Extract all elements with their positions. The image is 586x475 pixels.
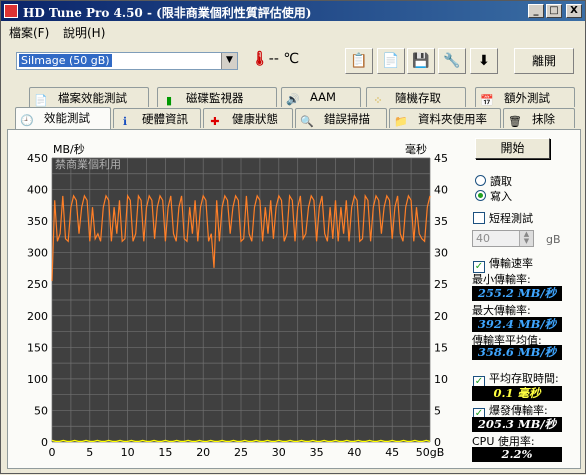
tab-extra-tests[interactable]: 📅 額外測試 bbox=[475, 87, 575, 107]
x-tick: 45 bbox=[385, 446, 399, 459]
max-rate-value: 392.4 MB/秒 bbox=[472, 317, 562, 332]
x-tick: 5 bbox=[86, 446, 93, 459]
y-right-tick: 30 bbox=[434, 247, 448, 260]
y-left-unit: MB/秒 bbox=[53, 142, 85, 156]
y-right-unit: 毫秒 bbox=[405, 142, 427, 156]
y-left-tick: 450 bbox=[27, 152, 48, 165]
y-right-tick: 45 bbox=[434, 152, 448, 165]
y-right-tick: 35 bbox=[434, 215, 448, 228]
minimize-button[interactable]: _ bbox=[528, 4, 544, 18]
read-option[interactable]: 讀取 bbox=[475, 173, 512, 189]
avg-rate-value: 358.6 MB/秒 bbox=[472, 345, 562, 360]
short-test-unit: gB bbox=[546, 233, 561, 246]
x-tick: 50gB bbox=[416, 446, 445, 459]
x-tick: 30 bbox=[272, 446, 286, 459]
short-test-size[interactable]: 40 ▲ ▼ bbox=[472, 230, 534, 247]
y-right-tick: 20 bbox=[434, 310, 448, 323]
maximize-button[interactable]: □ bbox=[546, 4, 562, 18]
y-left-tick: 200 bbox=[27, 310, 48, 323]
exit-button[interactable]: 離開 bbox=[514, 48, 574, 74]
tab-erase[interactable]: 🗑 抹除 bbox=[503, 108, 575, 128]
y-left-tick: 0 bbox=[41, 436, 48, 449]
y-left-tick: 400 bbox=[27, 184, 48, 197]
tab-benchmark[interactable]: 🕘 效能測試 bbox=[15, 107, 111, 129]
calendar-icon: 📅 bbox=[480, 94, 494, 107]
y-right-tick: 25 bbox=[434, 278, 448, 291]
x-tick: 20 bbox=[196, 446, 210, 459]
cpu-usage-value: 2.2% bbox=[472, 447, 562, 462]
min-rate-label: 最小傳輸率: bbox=[472, 273, 531, 286]
watermark-text: 禁商業個利用 bbox=[55, 157, 121, 171]
y-left-tick: 250 bbox=[27, 278, 48, 291]
transfer-chart: MB/秒 毫秒4504003503002502001501005004540353… bbox=[27, 142, 448, 459]
download-button[interactable]: ⬇ bbox=[470, 48, 498, 74]
benchmark-icon: 🕘 bbox=[20, 114, 34, 127]
read-radio[interactable] bbox=[475, 175, 486, 186]
start-button[interactable]: 開始 bbox=[475, 138, 550, 159]
max-rate-label: 最大傳輸率: bbox=[472, 304, 531, 317]
y-right-tick: 40 bbox=[434, 184, 448, 197]
short-test-checkbox[interactable] bbox=[473, 212, 485, 224]
y-left-tick: 350 bbox=[27, 215, 48, 228]
app-window: HD Tune Pro 4.50 - (限非商業個利性質評估使用) _ □ X … bbox=[0, 0, 586, 474]
close-button[interactable]: X bbox=[566, 4, 582, 18]
y-left-tick: 300 bbox=[27, 247, 48, 260]
short-test-option[interactable]: 短程測試 bbox=[473, 210, 533, 226]
x-tick: 40 bbox=[347, 446, 361, 459]
y-left-tick: 100 bbox=[27, 373, 48, 386]
trash-icon: 🗑 bbox=[508, 115, 522, 128]
x-tick: 10 bbox=[121, 446, 135, 459]
access-time-value: 0.1 毫秒 bbox=[472, 386, 562, 401]
y-left-tick: 150 bbox=[27, 341, 48, 354]
arrow-down-icon: ⬇ bbox=[478, 53, 490, 69]
min-rate-value: 255.2 MB/秒 bbox=[472, 286, 562, 301]
y-left-tick: 50 bbox=[34, 404, 48, 417]
x-tick: 35 bbox=[310, 446, 324, 459]
write-option[interactable]: 寫入 bbox=[475, 188, 512, 204]
spinner-arrows-icon[interactable]: ▲ ▼ bbox=[519, 231, 533, 246]
y-right-tick: 15 bbox=[434, 341, 448, 354]
write-radio[interactable] bbox=[475, 190, 486, 201]
y-right-tick: 5 bbox=[434, 404, 441, 417]
burst-rate-value: 205.3 MB/秒 bbox=[472, 417, 562, 432]
x-tick: 15 bbox=[158, 446, 172, 459]
y-right-tick: 10 bbox=[434, 373, 448, 386]
x-tick: 25 bbox=[234, 446, 248, 459]
x-tick: 0 bbox=[49, 446, 56, 459]
